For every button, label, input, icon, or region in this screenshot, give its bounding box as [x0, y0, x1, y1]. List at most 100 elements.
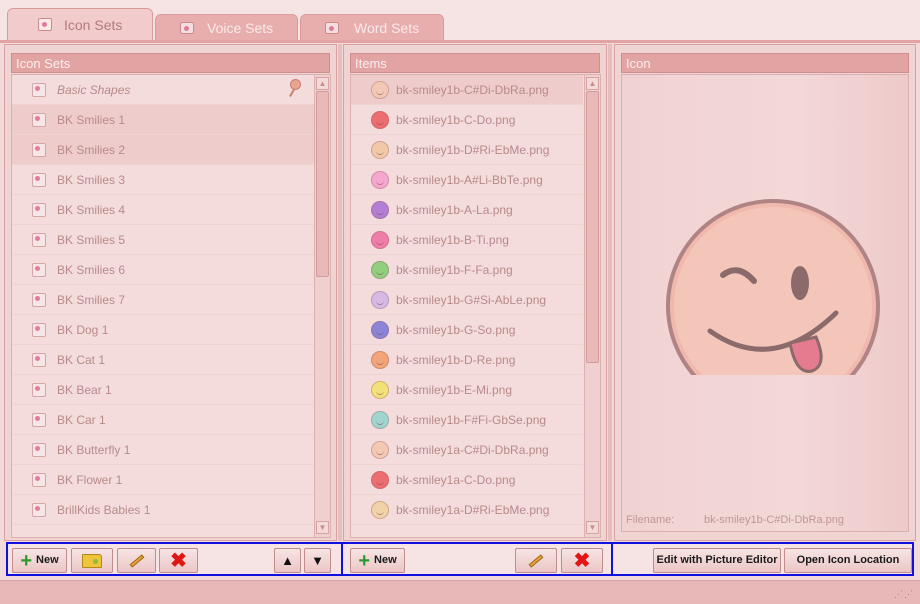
image-file-icon [32, 82, 46, 97]
items-list[interactable]: bk-smiley1a-D#Ri-EbMe.png bk-smiley1a-C-D… [350, 74, 601, 538]
arrow-up-icon: ▲ [281, 553, 294, 568]
smiley-thumbnail-icon [371, 500, 389, 519]
smiley-thumbnail-icon [371, 200, 389, 219]
delete-icon-set-button[interactable]: ✖ [159, 548, 198, 573]
filename-label: Filename: [626, 514, 675, 526]
image-file-icon [32, 442, 46, 457]
scroll-thumb[interactable] [316, 91, 329, 277]
item-filename: bk-smiley1b-D-Re.png [396, 352, 516, 367]
item-filename: bk-smiley1b-B-Ti.png [396, 232, 509, 247]
icon-set-label: BK Smilies 2 [57, 142, 126, 157]
splitter-left[interactable] [338, 44, 342, 541]
item-row[interactable]: bk-smiley1b-A#Li-BbTe.png [351, 165, 583, 195]
image-file-icon [32, 262, 46, 277]
item-filename: bk-smiley1b-D#Ri-EbMe.png [396, 142, 550, 157]
item-filename: bk-smiley1b-G#Si-AbLe.png [396, 292, 547, 307]
item-filename: bk-smiley1b-F#Fi-GbSe.png [396, 412, 547, 427]
icon-set-item[interactable]: BK Smilies 5 [12, 225, 316, 255]
icon-set-item[interactable]: BK Smilies 7 [12, 285, 316, 315]
open-folder-button[interactable] [71, 548, 113, 573]
icon-preview-area: Filename: bk-smiley1b-C#Di-DbRa.png [621, 74, 909, 532]
item-row[interactable]: bk-smiley1b-A-La.png [351, 195, 583, 225]
icon-set-item[interactable]: Basic Shapes [12, 75, 316, 105]
scroll-up-arrow[interactable]: ▲ [316, 77, 329, 90]
icon-set-label: BK Cat 1 [57, 352, 106, 367]
smiley-thumbnail-icon [371, 170, 389, 189]
icon-sets-header: Icon Sets [11, 53, 330, 73]
image-file-icon [32, 382, 46, 397]
edit-item-button[interactable] [515, 548, 557, 573]
item-row[interactable]: bk-smiley1b-F#Fi-GbSe.png [351, 405, 583, 435]
icon-set-item[interactable]: BK Smilies 6 [12, 255, 316, 285]
icon-panel: Icon Filename: bk-smiley1b-C#Di-DbRa.png [614, 44, 916, 541]
icon-set-item[interactable]: BK Butterfly 1 [12, 435, 316, 465]
scroll-down-arrow[interactable]: ▼ [586, 521, 599, 534]
icon-set-item[interactable]: BK Cat 1 [12, 345, 316, 375]
plus-icon: + [20, 549, 33, 572]
smiley-thumbnail-icon [371, 140, 389, 159]
smiley-thumbnail-icon [371, 290, 389, 309]
item-row[interactable]: bk-smiley1b-D-Re.png [351, 345, 583, 375]
icon-set-label: BK Flower 1 [57, 472, 123, 487]
move-up-button[interactable]: ▲ [274, 548, 301, 573]
open-icon-location-button[interactable]: Open Icon Location [784, 548, 912, 573]
tab-label: Icon Sets [64, 17, 123, 33]
tab-icon-sets[interactable]: Icon Sets [7, 8, 153, 41]
smiley-thumbnail-icon [371, 380, 389, 399]
icon-set-item[interactable]: BK Smilies 1 [12, 105, 316, 135]
icon-sets-icon [38, 18, 52, 31]
resize-grip-icon[interactable]: ⋰⋰ [894, 589, 914, 600]
item-filename: bk-smiley1b-C#Di-DbRa.png [396, 82, 549, 97]
tab-voice-sets[interactable]: Voice Sets [155, 14, 298, 40]
icon-set-item[interactable]: BK Car 1 [12, 405, 316, 435]
item-row[interactable]: bk-smiley1b-C#Di-DbRa.png [351, 75, 583, 105]
status-bar: ⋰⋰ [0, 580, 920, 604]
icon-set-label: BK Butterfly 1 [57, 442, 131, 457]
tab-word-sets[interactable]: Word Sets [300, 14, 444, 40]
icon-sets-scrollbar[interactable]: ▲ ▼ [314, 75, 330, 537]
icon-set-label: BK Smilies 5 [57, 232, 126, 247]
pin-icon[interactable] [290, 79, 301, 90]
scroll-thumb[interactable] [586, 91, 599, 363]
smiley-thumbnail-icon [371, 110, 389, 129]
item-row[interactable]: bk-smiley1b-G#Si-AbLe.png [351, 285, 583, 315]
new-icon-set-button[interactable]: + New [12, 548, 67, 573]
new-label: New [36, 554, 59, 566]
item-row[interactable]: bk-smiley1b-F-Fa.png [351, 255, 583, 285]
edit-icon-set-button[interactable] [117, 548, 156, 573]
item-row[interactable]: bk-smiley1b-B-Ti.png [351, 225, 583, 255]
arrow-down-icon: ▼ [311, 553, 324, 568]
item-row[interactable]: bk-smiley1b-C-Do.png [351, 105, 583, 135]
smiley-thumbnail-icon [371, 410, 389, 429]
item-row[interactable]: bk-smiley1b-E-Mi.png [351, 375, 583, 405]
new-item-button[interactable]: + New [350, 548, 405, 573]
icon-set-item[interactable]: BK Smilies 3 [12, 165, 316, 195]
folder-icon [82, 553, 102, 568]
item-row[interactable]: bk-smiley1a-C#Di-DbRa.png [351, 435, 583, 465]
icon-set-item[interactable]: BK Flower 1 [12, 465, 316, 495]
edit-with-picture-editor-button[interactable]: Edit with Picture Editor [653, 548, 781, 573]
icon-set-item[interactable]: BK Bear 1 [12, 375, 316, 405]
icon-set-item[interactable]: BK Smilies 4 [12, 195, 316, 225]
smiley-thumbnail-icon [371, 440, 389, 459]
icon-set-item[interactable]: BrillKids Babies 1 [12, 495, 316, 525]
word-icon [325, 22, 339, 34]
splitter-right[interactable] [608, 44, 612, 541]
icon-set-label: BK Bear 1 [57, 382, 112, 397]
item-row[interactable]: bk-smiley1a-D#Ri-EbMe.png [351, 495, 583, 525]
image-file-icon [32, 502, 46, 517]
item-row[interactable]: bk-smiley1b-D#Ri-EbMe.png [351, 135, 583, 165]
icon-set-item[interactable]: BK Dog 1 [12, 315, 316, 345]
image-file-icon [32, 112, 46, 127]
item-row[interactable]: bk-smiley1a-C-Do.png [351, 465, 583, 495]
item-filename: bk-smiley1b-A-La.png [396, 202, 513, 217]
scroll-up-arrow[interactable]: ▲ [586, 77, 599, 90]
move-down-button[interactable]: ▼ [304, 548, 331, 573]
items-scrollbar[interactable]: ▲ ▼ [584, 75, 600, 537]
icon-set-item[interactable]: BK Smilies 2 [12, 135, 316, 165]
tab-label: Word Sets [354, 19, 420, 36]
item-row[interactable]: bk-smiley1b-G-So.png [351, 315, 583, 345]
delete-item-button[interactable]: ✖ [561, 548, 603, 573]
scroll-down-arrow[interactable]: ▼ [316, 521, 329, 534]
icon-sets-list[interactable]: BrillKids Babies 1 BK Flower 1 BK Butterfl… [11, 74, 331, 538]
